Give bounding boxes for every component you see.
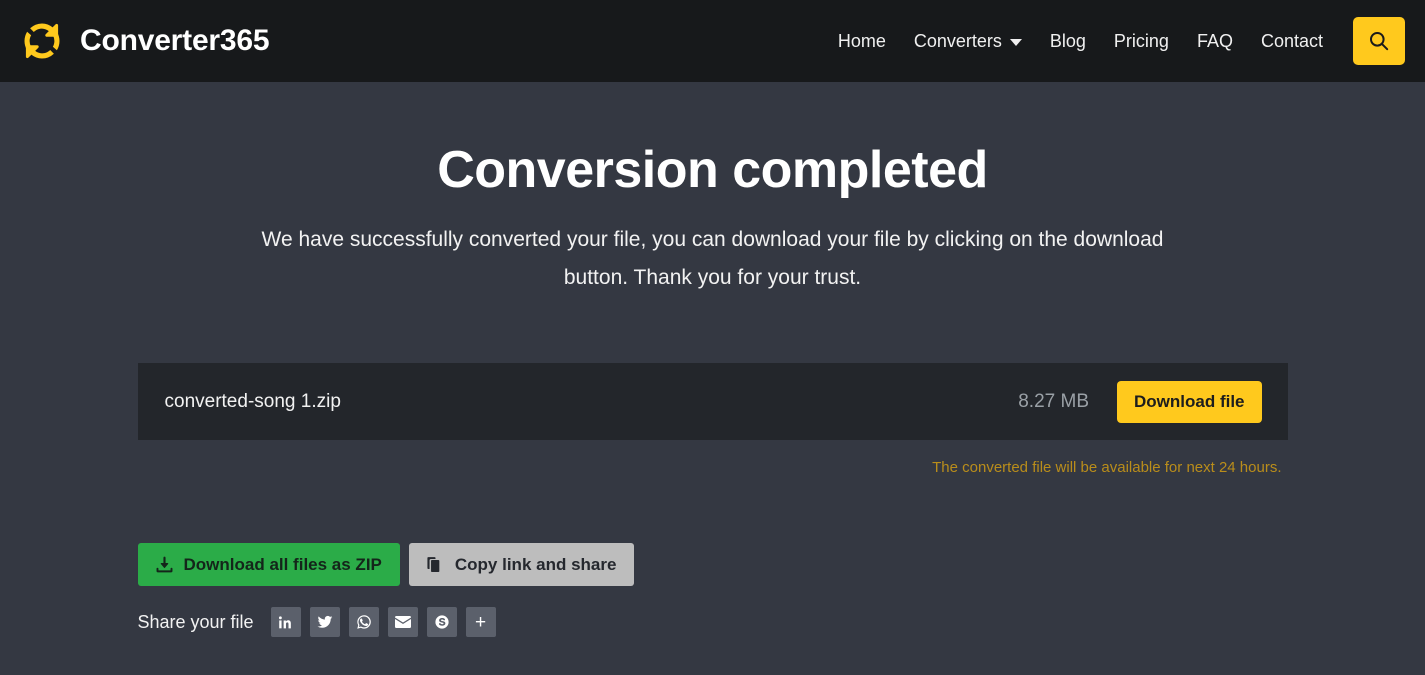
action-buttons-row: Download all files as ZIP Copy link and …: [138, 543, 1288, 586]
main-content: Conversion completed We have successfull…: [0, 82, 1425, 637]
file-size: 8.27 MB: [1018, 391, 1089, 413]
copy-link-label: Copy link and share: [455, 555, 617, 575]
nav-label-blog: Blog: [1050, 31, 1086, 52]
nav-item-pricing[interactable]: Pricing: [1100, 23, 1183, 60]
hero-section: Conversion completed We have successfull…: [0, 142, 1425, 297]
share-button-twitter[interactable]: [310, 607, 340, 637]
brand-logo-link[interactable]: Converter365: [18, 17, 269, 65]
hero-subtitle: We have successfully converted your file…: [253, 221, 1173, 297]
share-button-skype[interactable]: [427, 607, 457, 637]
share-button-email[interactable]: [388, 607, 418, 637]
skype-icon: [434, 614, 450, 630]
search-icon: [1368, 30, 1390, 52]
nav-label-converters: Converters: [914, 31, 1002, 52]
copy-link-button[interactable]: Copy link and share: [409, 543, 635, 586]
nav-item-contact[interactable]: Contact: [1247, 23, 1337, 60]
content-area: converted-song 1.zip 8.27 MB Download fi…: [138, 363, 1288, 637]
twitter-icon: [317, 614, 333, 630]
share-row: Share your file: [138, 607, 1288, 637]
download-file-button[interactable]: Download file: [1117, 381, 1262, 423]
chevron-down-icon: [1010, 39, 1022, 46]
linkedin-icon: [278, 615, 293, 630]
site-header: Converter365 Home Converters Blog Pricin…: [0, 0, 1425, 82]
share-label: Share your file: [138, 612, 254, 633]
file-result-card: converted-song 1.zip 8.27 MB Download fi…: [138, 363, 1288, 440]
nav-label-faq: FAQ: [1197, 31, 1233, 52]
envelope-icon: [395, 616, 411, 628]
share-button-linkedin[interactable]: [271, 607, 301, 637]
download-icon: [156, 556, 173, 573]
expiry-note: The converted file will be available for…: [138, 459, 1288, 476]
download-all-zip-button[interactable]: Download all files as ZIP: [138, 543, 400, 586]
copy-icon: [427, 556, 444, 573]
nav-label-home: Home: [838, 31, 886, 52]
nav-item-blog[interactable]: Blog: [1036, 23, 1100, 60]
nav-item-home[interactable]: Home: [824, 23, 900, 60]
brand-name: Converter365: [80, 24, 269, 58]
plus-icon: +: [475, 613, 486, 632]
main-navigation: Home Converters Blog Pricing FAQ Contact: [824, 17, 1405, 65]
nav-label-contact: Contact: [1261, 31, 1323, 52]
share-button-whatsapp[interactable]: [349, 607, 379, 637]
page-title: Conversion completed: [0, 142, 1425, 199]
file-name: converted-song 1.zip: [165, 391, 341, 413]
nav-item-converters[interactable]: Converters: [900, 23, 1036, 60]
search-button[interactable]: [1353, 17, 1405, 65]
nav-label-pricing: Pricing: [1114, 31, 1169, 52]
convert-arrows-icon: [18, 17, 66, 65]
share-button-more[interactable]: +: [466, 607, 496, 637]
nav-item-faq[interactable]: FAQ: [1183, 23, 1247, 60]
whatsapp-icon: [356, 614, 372, 630]
download-all-zip-label: Download all files as ZIP: [184, 555, 382, 575]
